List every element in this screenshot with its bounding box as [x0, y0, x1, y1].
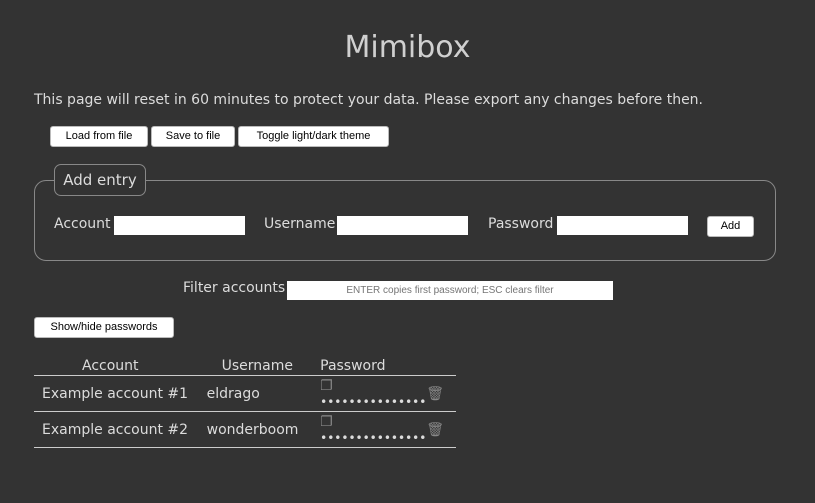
header-password: Password	[320, 356, 456, 376]
page-title: Mimibox	[344, 30, 471, 65]
password-label: Password	[488, 216, 554, 232]
add-button[interactable]: Add	[707, 216, 754, 237]
header-username: Username	[199, 356, 321, 376]
password-input[interactable]	[557, 216, 688, 235]
password-cell: •••••••••••••••	[320, 394, 427, 409]
table-row: Example account #1 eldrago ❐ •••••••••••…	[34, 375, 456, 412]
accounts-table: Account Username Password Example accoun…	[34, 356, 456, 448]
username-cell: wonderboom	[199, 411, 321, 448]
toggle-theme-button[interactable]: Toggle light/dark theme	[238, 126, 389, 147]
table-row: Example account #2 wonderboom ❐ ••••••••…	[34, 411, 456, 448]
account-input[interactable]	[114, 216, 245, 235]
copy-icon[interactable]: ❐	[320, 414, 333, 430]
header-account: Account	[34, 356, 200, 376]
username-cell: eldrago	[199, 375, 321, 412]
show-hide-passwords-button[interactable]: Show/hide passwords	[34, 317, 174, 338]
filter-label: Filter accounts	[183, 280, 286, 296]
save-to-file-button[interactable]: Save to file	[151, 126, 235, 147]
trash-icon[interactable]: 🗑	[426, 386, 444, 402]
load-from-file-button[interactable]: Load from file	[50, 126, 148, 147]
account-cell: Example account #2	[34, 411, 200, 448]
trash-icon[interactable]: 🗑	[426, 422, 444, 438]
account-label: Account	[54, 216, 111, 232]
table-header: Account Username Password	[34, 356, 456, 376]
username-label: Username	[264, 216, 336, 232]
password-cell: •••••••••••••••	[320, 430, 427, 445]
reset-notice: This page will reset in 60 minutes to pr…	[34, 92, 703, 108]
username-input[interactable]	[337, 216, 468, 235]
copy-icon[interactable]: ❐	[320, 378, 333, 394]
add-entry-legend: Add entry	[54, 164, 146, 196]
filter-input[interactable]	[287, 281, 613, 300]
account-cell: Example account #1	[34, 375, 200, 412]
